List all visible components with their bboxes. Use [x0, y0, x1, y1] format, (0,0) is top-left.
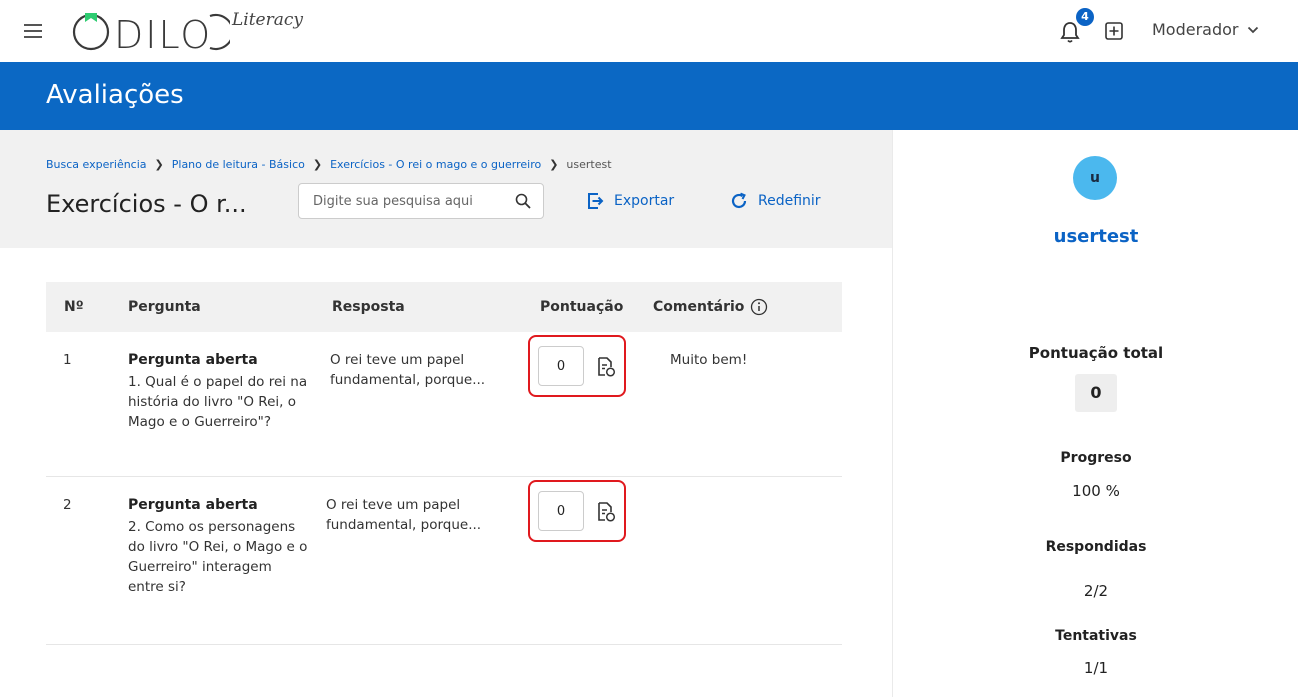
breadcrumb-item[interactable]: Busca experiência: [46, 158, 147, 171]
row-number: 2: [63, 497, 72, 513]
search-icon[interactable]: [515, 193, 531, 209]
search-box: [298, 183, 544, 219]
score-input[interactable]: [538, 346, 584, 386]
username[interactable]: usertest: [893, 226, 1298, 247]
breadcrumb-current: usertest: [566, 158, 612, 171]
column-header-answer: Resposta: [332, 299, 405, 315]
user-menu[interactable]: Moderador: [1152, 20, 1259, 39]
breadcrumb-chevron-icon: ❯: [312, 158, 323, 171]
breadcrumb-item[interactable]: Exercícios - O rei o mago e o guerreiro: [330, 158, 541, 171]
chevron-down-icon: [1247, 26, 1258, 33]
logo-subtitle: Literacy: [232, 10, 304, 30]
attempts-value: 1/1: [1083, 659, 1109, 677]
answers-table: Nº Pergunta Resposta Pontuação Comentári…: [46, 282, 842, 645]
answered-value: 2/2: [1083, 582, 1109, 600]
notification-bell-icon[interactable]: [1059, 20, 1081, 44]
breadcrumb-item[interactable]: Plano de leitura - Básico: [172, 158, 305, 171]
top-bar: DILO Literacy 4 Moderador: [0, 0, 1298, 62]
question-text: 1. Qual é o papel do rei na história do …: [128, 374, 308, 430]
user-menu-label: Moderador: [1152, 20, 1239, 39]
breadcrumb-chevron-icon: ❯: [154, 158, 164, 171]
hamburger-menu-icon[interactable]: [24, 24, 42, 38]
question-type: Pergunta aberta: [128, 497, 258, 513]
progress-value: 100 %: [1072, 482, 1120, 500]
toolbar: Busca experiência ❯ Plano de leitura - B…: [0, 130, 892, 248]
progress-label: Progreso: [1060, 450, 1132, 466]
exercise-title: Exercícios - O r...: [46, 190, 247, 218]
info-icon[interactable]: [750, 298, 768, 316]
comment-text: Muito bem!: [670, 352, 748, 368]
export-icon: [588, 193, 604, 209]
column-header-question: Pergunta: [128, 299, 201, 315]
total-score-label: Pontuação total: [1028, 344, 1164, 362]
breadcrumb: Busca experiência ❯ Plano de leitura - B…: [46, 158, 612, 171]
add-box-icon[interactable]: [1105, 22, 1123, 40]
attempts-label: Tentativas: [1055, 628, 1137, 644]
score-input[interactable]: [538, 491, 584, 531]
answered-label: Respondidas: [1045, 539, 1147, 555]
export-label: Exportar: [614, 193, 675, 209]
export-button[interactable]: Exportar: [586, 192, 674, 210]
question-type: Pergunta aberta: [128, 352, 258, 368]
odilo-logo-o-end: [209, 13, 230, 51]
breadcrumb-chevron-icon: ❯: [549, 158, 559, 171]
row-number: 1: [63, 352, 72, 368]
reset-label: Redefinir: [758, 193, 821, 209]
notification-count-badge: 4: [1076, 8, 1094, 26]
search-input[interactable]: [299, 184, 499, 218]
answer-text[interactable]: O rei teve um papel fundamental, porque.…: [326, 495, 506, 535]
question-text: 2. Como os personagens do livro "O Rei, …: [128, 519, 308, 595]
grade-document-icon[interactable]: [596, 356, 616, 378]
total-score-value: 0: [1075, 374, 1117, 412]
table-header: Nº Pergunta Resposta Pontuação Comentári…: [46, 282, 842, 332]
table-row: 1 Pergunta aberta 1. Qual é o papel do r…: [46, 332, 842, 477]
column-header-comment: Comentário: [653, 299, 745, 315]
odilo-logo[interactable]: DILO Literacy: [70, 10, 303, 52]
page-title: Avaliações: [46, 80, 184, 110]
grade-document-icon[interactable]: [596, 501, 616, 523]
column-header-score: Pontuação: [540, 299, 624, 315]
odilo-logo-mark: DILO: [72, 13, 212, 52]
column-header-number: Nº: [64, 299, 84, 315]
reset-button[interactable]: Redefinir: [730, 192, 821, 210]
table-row: 2 Pergunta aberta 2. Como os personagens…: [46, 477, 842, 645]
svg-text:DILO: DILO: [114, 13, 212, 52]
score-highlight: [528, 480, 626, 542]
score-highlight: [528, 335, 626, 397]
page-header: Avaliações: [0, 62, 1298, 130]
answer-text[interactable]: O rei teve um papel fundamental, porque.…: [330, 350, 510, 390]
avatar: u: [1073, 156, 1117, 200]
user-summary-panel: u usertest Pontuação total 0 Progreso 10…: [892, 130, 1298, 697]
refresh-icon: [731, 192, 747, 209]
